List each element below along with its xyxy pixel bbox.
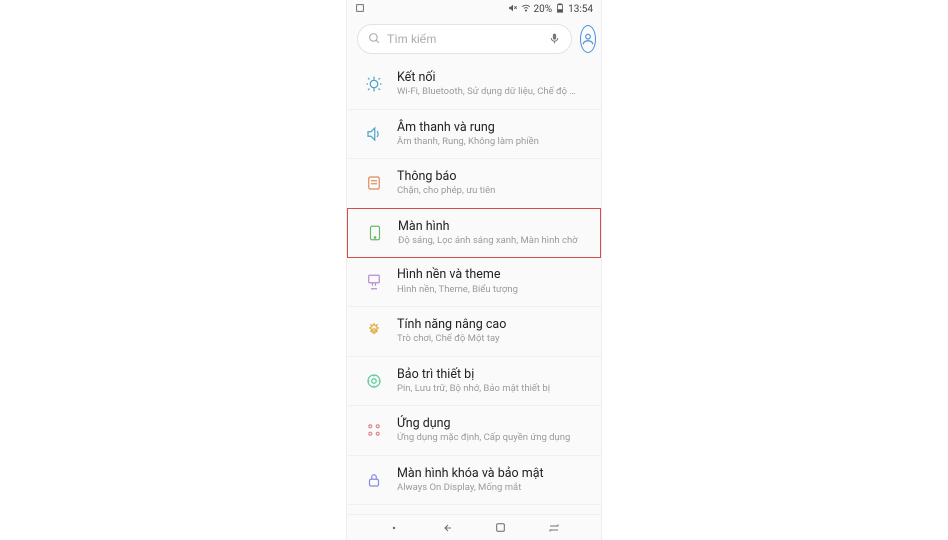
settings-item-apps[interactable]: Ứng dụngỨng dụng mặc định, Cấp quyền ứng… [347, 406, 601, 456]
mute-icon [508, 3, 518, 16]
nav-bar [347, 514, 601, 540]
search-icon [368, 30, 381, 49]
profile-button[interactable] [580, 25, 596, 53]
lockscreen-icon [365, 471, 383, 489]
search-row [347, 18, 601, 60]
clock: 13:54 [568, 4, 593, 15]
settings-item-wallpaper[interactable]: Hình nền và themeHình nền, Theme, Biểu t… [347, 257, 601, 307]
phone-frame: 20% 13:54 Kết nốiWi-Fi, Bluetooth, Sử dụ… [346, 0, 602, 540]
recents-button[interactable] [534, 522, 574, 534]
assistant-button[interactable] [374, 525, 414, 531]
back-button[interactable] [427, 522, 467, 534]
item-title: Hình nền và theme [397, 267, 583, 283]
item-subtitle: Pin, Lưu trữ, Bộ nhớ, Bảo mật thiết bị [397, 383, 583, 395]
wallpaper-icon [365, 273, 383, 291]
maintenance-icon [365, 372, 383, 390]
settings-item-maintenance[interactable]: Bảo trì thiết bịPin, Lưu trữ, Bộ nhớ, Bả… [347, 357, 601, 407]
settings-item-cloud[interactable]: Cloud và tài khoảnSamsung Cloud, Sao lưu… [347, 505, 601, 514]
item-title: Màn hình khóa và bảo mật [397, 466, 583, 482]
item-title: Âm thanh và rung [397, 120, 583, 136]
item-title: Ứng dụng [397, 416, 583, 432]
settings-item-display[interactable]: Màn hìnhĐộ sáng, Lọc ánh sáng xanh, Màn … [347, 208, 601, 259]
screenshot-icon [355, 3, 365, 16]
item-subtitle: Ứng dụng mặc định, Cấp quyền ứng dụng [397, 432, 583, 444]
search-box[interactable] [357, 24, 572, 54]
item-title: Thông báo [397, 169, 583, 185]
item-title: Tính năng nâng cao [397, 317, 583, 333]
battery-pct: 20% [534, 4, 553, 15]
item-subtitle: Chặn, cho phép, ưu tiên [397, 185, 583, 197]
connections-icon [365, 75, 383, 93]
mic-icon[interactable] [548, 30, 561, 49]
item-subtitle: Wi-Fi, Bluetooth, Sử dụng dữ liệu, Chế đ… [397, 86, 583, 98]
advanced-icon [365, 322, 383, 340]
search-input[interactable] [387, 32, 542, 46]
settings-item-connections[interactable]: Kết nốiWi-Fi, Bluetooth, Sử dụng dữ liệu… [347, 60, 601, 110]
item-subtitle: Hình nền, Theme, Biểu tượng [397, 284, 583, 296]
wifi-icon [521, 3, 531, 16]
settings-item-advanced[interactable]: Tính năng nâng caoTrò chơi, Chế độ Một t… [347, 307, 601, 357]
item-title: Kết nối [397, 70, 583, 86]
settings-item-sound[interactable]: Âm thanh và rungÂm thanh, Rung, Không là… [347, 110, 601, 160]
item-title: Màn hình [398, 219, 582, 235]
item-subtitle: Trò chơi, Chế độ Một tay [397, 333, 583, 345]
notifications-icon [365, 174, 383, 192]
apps-icon [365, 421, 383, 439]
sound-icon [365, 125, 383, 143]
settings-item-notifications[interactable]: Thông báoChặn, cho phép, ưu tiên [347, 159, 601, 209]
settings-list: Kết nốiWi-Fi, Bluetooth, Sử dụng dữ liệu… [347, 60, 601, 514]
item-subtitle: Always On Display, Mống mắt [397, 482, 583, 494]
settings-item-lockscreen[interactable]: Màn hình khóa và bảo mậtAlways On Displa… [347, 456, 601, 506]
status-bar: 20% 13:54 [347, 0, 601, 18]
item-subtitle: Độ sáng, Lọc ánh sáng xanh, Màn hình chờ [398, 235, 582, 247]
display-icon [366, 224, 384, 242]
home-button[interactable] [481, 521, 521, 534]
battery-icon [555, 3, 565, 16]
item-subtitle: Âm thanh, Rung, Không làm phiền [397, 136, 583, 148]
item-title: Bảo trì thiết bị [397, 367, 583, 383]
